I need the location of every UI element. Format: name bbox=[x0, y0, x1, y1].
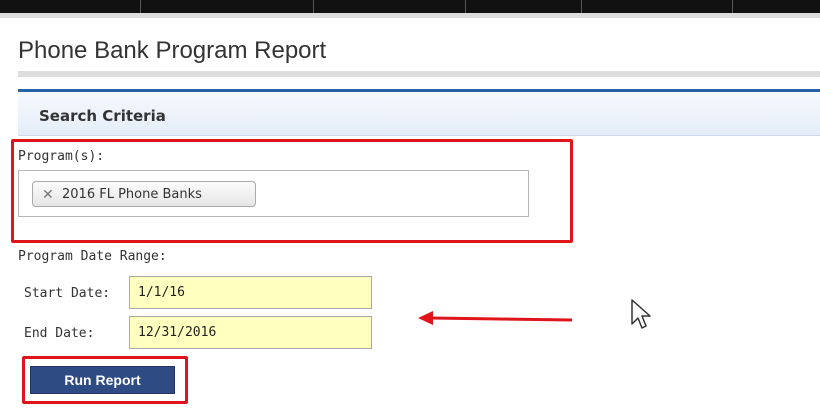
program-highlight-box bbox=[11, 139, 573, 243]
nav-shadow bbox=[0, 13, 820, 18]
search-criteria-header: Search Criteria bbox=[18, 89, 820, 136]
end-date-input[interactable]: 12/31/2016 bbox=[129, 316, 372, 349]
start-date-input[interactable]: 1/1/16 bbox=[129, 276, 372, 309]
nav-separator bbox=[465, 0, 466, 13]
button-highlight-box bbox=[22, 356, 188, 404]
date-range-label: Program Date Range: bbox=[18, 249, 167, 264]
nav-separator bbox=[313, 0, 314, 13]
arrow-left-icon bbox=[418, 311, 573, 325]
end-date-label: End Date: bbox=[24, 326, 95, 341]
mouse-cursor-icon bbox=[631, 299, 651, 329]
title-divider bbox=[18, 71, 820, 77]
nav-separator bbox=[732, 0, 733, 13]
search-criteria-title: Search Criteria bbox=[39, 107, 166, 125]
start-date-label: Start Date: bbox=[24, 286, 111, 301]
nav-separator bbox=[581, 0, 582, 13]
page-title: Phone Bank Program Report bbox=[18, 37, 327, 64]
nav-separator bbox=[140, 0, 141, 13]
top-nav-bar bbox=[0, 0, 820, 18]
